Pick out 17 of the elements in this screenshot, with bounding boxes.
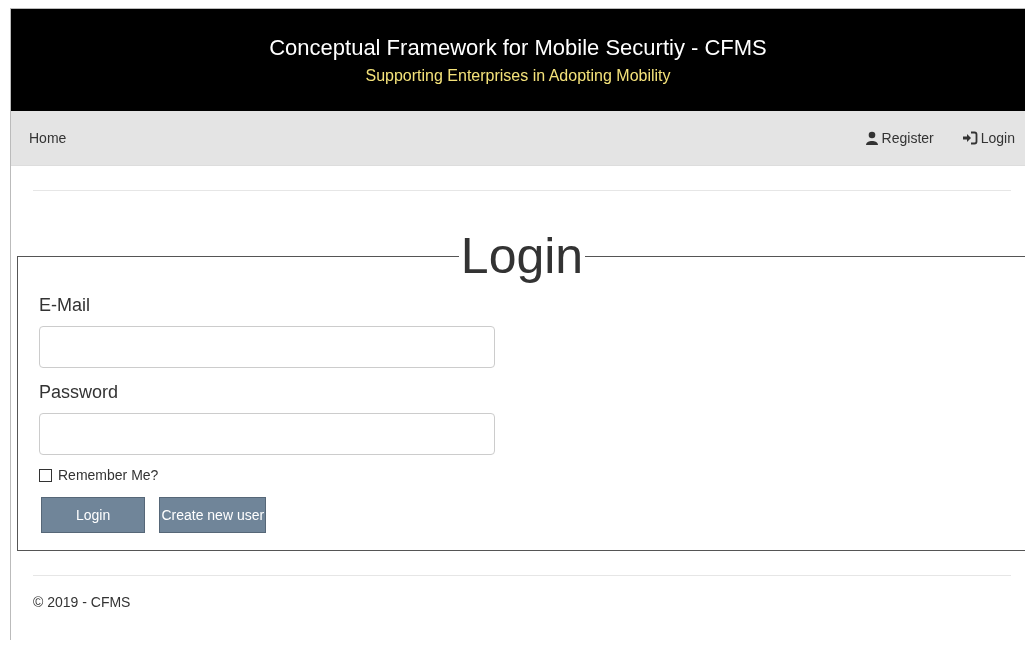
site-title: Conceptual Framework for Mobile Securtiy - CFMS — [269, 35, 767, 61]
copyright-text: © 2019 - CFMS — [33, 594, 131, 610]
field-label: E-Mail — [39, 295, 91, 316]
password-field[interactable] — [39, 413, 495, 455]
email-field[interactable] — [39, 326, 495, 368]
login-heading: Login — [459, 231, 585, 281]
site-subtitle: Supporting Enterprises in Adopting Mobility — [365, 67, 671, 85]
login-icon — [961, 131, 978, 145]
login-button[interactable]: Login — [41, 497, 146, 533]
field-label: Password — [39, 382, 120, 403]
nav-link[interactable]: Login — [961, 130, 1015, 146]
remember-label: Remember Me? — [58, 467, 159, 483]
user-icon — [864, 131, 879, 145]
nav-link[interactable]: Home — [29, 130, 67, 146]
nav-link[interactable]: Register — [864, 130, 934, 146]
create-user-button[interactable]: Create new user — [159, 497, 267, 533]
remember-checkbox[interactable] — [39, 468, 52, 482]
